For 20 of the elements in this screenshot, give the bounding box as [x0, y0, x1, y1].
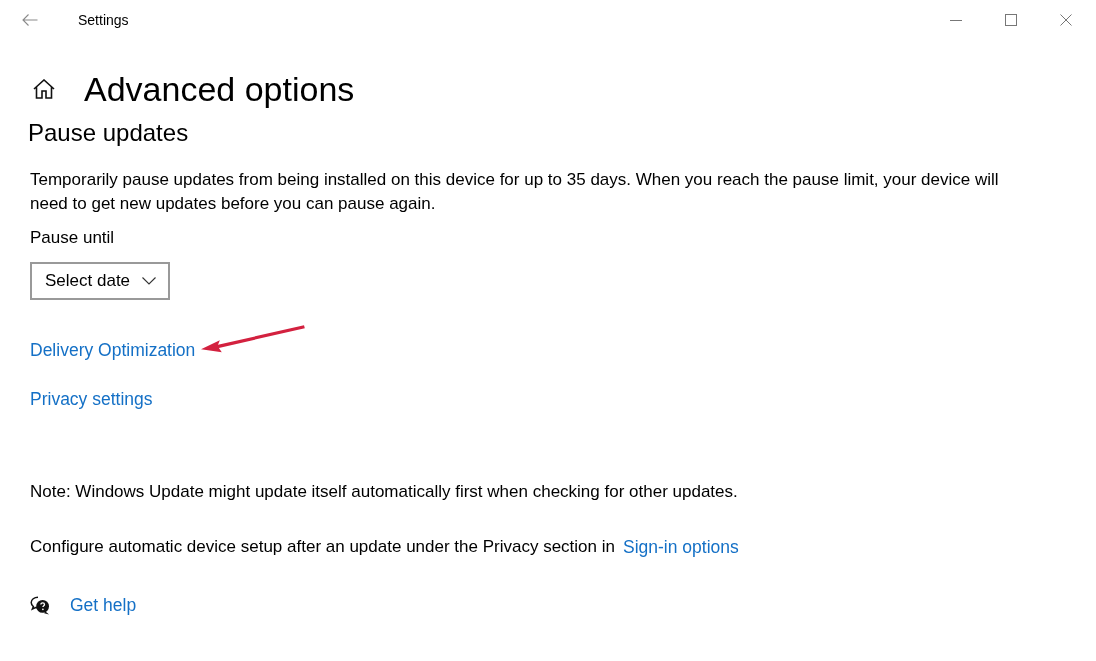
help-chat-icon — [30, 595, 50, 615]
chevron-down-icon — [142, 277, 156, 285]
note-text: Note: Windows Update might update itself automatically first when checking for other updates. — [30, 481, 739, 503]
settings-link[interactable]: Privacy settings — [30, 387, 153, 411]
window-title: Settings — [78, 12, 129, 28]
description-text: Temporarily pause updates from being installed on this device for up to 35 days. When you reach the pause limit, your device will need to get new updates before you can pause again. — [30, 169, 1000, 215]
sign-in-options-link[interactable]: Sign-in options — [622, 535, 739, 559]
page-title: Advanced options — [84, 69, 355, 110]
home-icon — [33, 79, 55, 99]
date-dropdown[interactable]: Select date — [30, 262, 170, 300]
minimize-icon — [950, 19, 962, 21]
pause-until-label: Pause until — [30, 227, 116, 249]
home-button[interactable] — [32, 77, 56, 101]
configure-text: Configure automatic device setup after an update under the Privacy section in — [30, 536, 615, 558]
settings-link[interactable]: Delivery Optimization — [30, 338, 196, 362]
section-title: Pause updates — [28, 118, 190, 148]
maximize-icon — [1005, 14, 1017, 26]
back-icon — [22, 14, 38, 26]
get-help-link[interactable]: Get help — [70, 593, 137, 617]
close-icon — [1060, 14, 1072, 26]
